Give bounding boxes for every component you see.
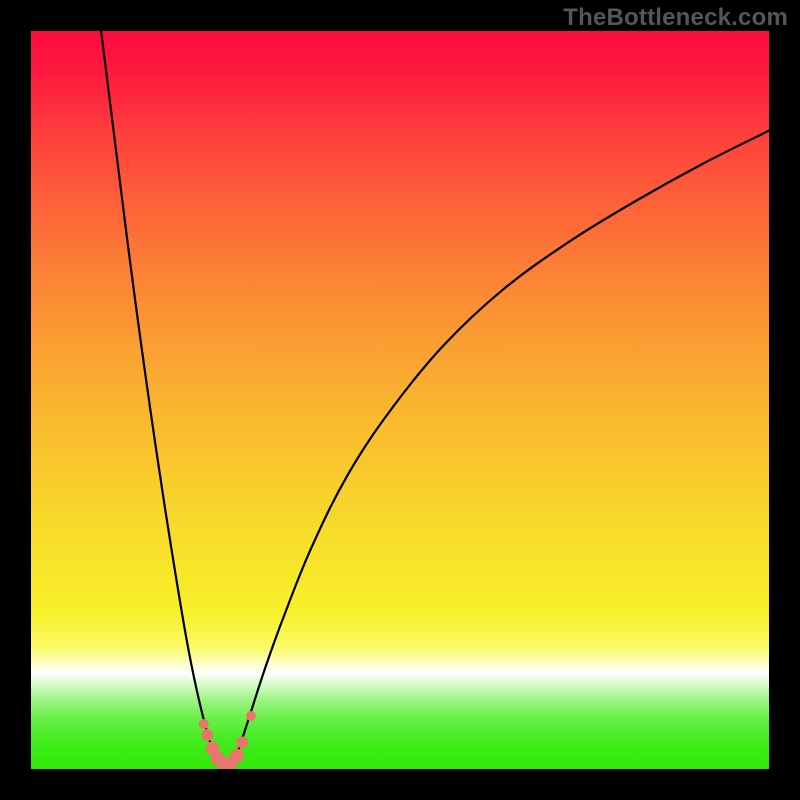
valley-marker <box>201 729 213 741</box>
curve-layer <box>31 31 769 769</box>
left-curve <box>101 31 221 765</box>
valley-marker <box>230 749 244 763</box>
valley-marker <box>199 719 209 729</box>
valley-marker <box>246 711 256 721</box>
watermark-text: TheBottleneck.com <box>563 4 788 32</box>
chart-frame: TheBottleneck.com <box>0 0 800 800</box>
right-curve <box>232 131 769 765</box>
valley-marker <box>236 736 248 748</box>
plot-area <box>31 31 769 769</box>
